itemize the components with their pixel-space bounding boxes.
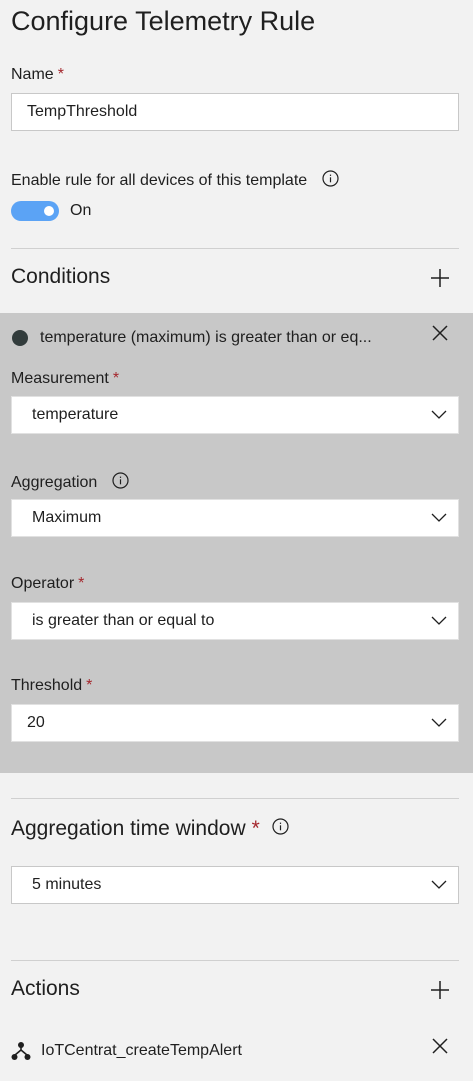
threshold-label: Threshold * [11,677,92,695]
toggle-knob [44,206,54,216]
aggregation-window-label: Aggregation time window * [11,817,289,841]
enable-rule-toggle[interactable] [11,201,59,221]
close-icon [432,325,448,341]
divider [11,960,459,961]
threshold-input[interactable]: 20 [11,704,459,742]
actions-title: Actions [11,977,80,1000]
required-mark: * [57,66,64,83]
conditions-title: Conditions [11,265,111,288]
divider [11,248,459,249]
aggregation-select[interactable]: Maximum [11,499,459,537]
add-condition-button[interactable] [428,266,452,290]
page-title: Configure Telemetry Rule [11,6,316,36]
operator-value: is greater than or equal to [32,612,215,629]
aggregation-label-text: Aggregation [11,474,98,492]
name-label-text: Name [11,66,54,83]
status-dot-icon [12,330,28,346]
operator-label: Operator * [11,575,84,593]
chevron-down-icon [420,867,458,903]
aggregation-window-value: 5 minutes [32,876,102,893]
chevron-down-icon [420,397,458,433]
toggle-state-label: On [70,202,92,219]
chevron-down-icon [420,603,458,639]
plus-icon [431,981,449,999]
measurement-label: Measurement * [11,370,119,388]
condition-summary: temperature (maximum) is greater than or… [40,329,372,346]
remove-condition-button[interactable] [428,321,452,345]
divider [11,798,459,799]
aggregation-value: Maximum [32,509,102,526]
info-icon[interactable] [322,170,339,192]
info-icon[interactable] [272,817,289,841]
enable-rule-label-text: Enable rule for all devices of this temp… [11,172,308,190]
required-mark: * [251,817,260,840]
threshold-label-text: Threshold [11,677,83,694]
required-mark: * [112,370,120,387]
measurement-select[interactable]: temperature [11,396,459,434]
add-action-button[interactable] [428,978,452,1002]
name-input[interactable]: TempThreshold [11,93,459,131]
workflow-icon [11,1042,31,1060]
condition-summary-row[interactable]: temperature (maximum) is greater than or… [11,329,372,347]
close-icon [432,1038,448,1054]
enable-rule-toggle-row: On [11,201,91,221]
info-icon[interactable] [112,472,129,494]
remove-action-button[interactable] [428,1034,452,1058]
operator-label-text: Operator [11,575,75,592]
aggregation-label: Aggregation [11,472,129,494]
action-label: IoTCentrat_createTempAlert [41,1042,242,1059]
plus-icon [431,269,449,287]
measurement-value: temperature [32,406,119,423]
enable-rule-label: Enable rule for all devices of this temp… [11,170,339,192]
operator-select[interactable]: is greater than or equal to [11,602,459,640]
threshold-value: 20 [27,714,45,731]
required-mark: * [78,575,85,592]
aggregation-window-label-text: Aggregation time window [11,817,246,840]
chevron-down-icon [420,500,458,536]
name-label: Name * [11,66,64,84]
action-item[interactable]: IoTCentrat_createTempAlert [11,1041,242,1061]
measurement-label-text: Measurement [11,370,109,387]
chevron-down-icon [420,705,458,741]
required-mark: * [86,677,93,694]
aggregation-window-select[interactable]: 5 minutes [11,866,459,904]
